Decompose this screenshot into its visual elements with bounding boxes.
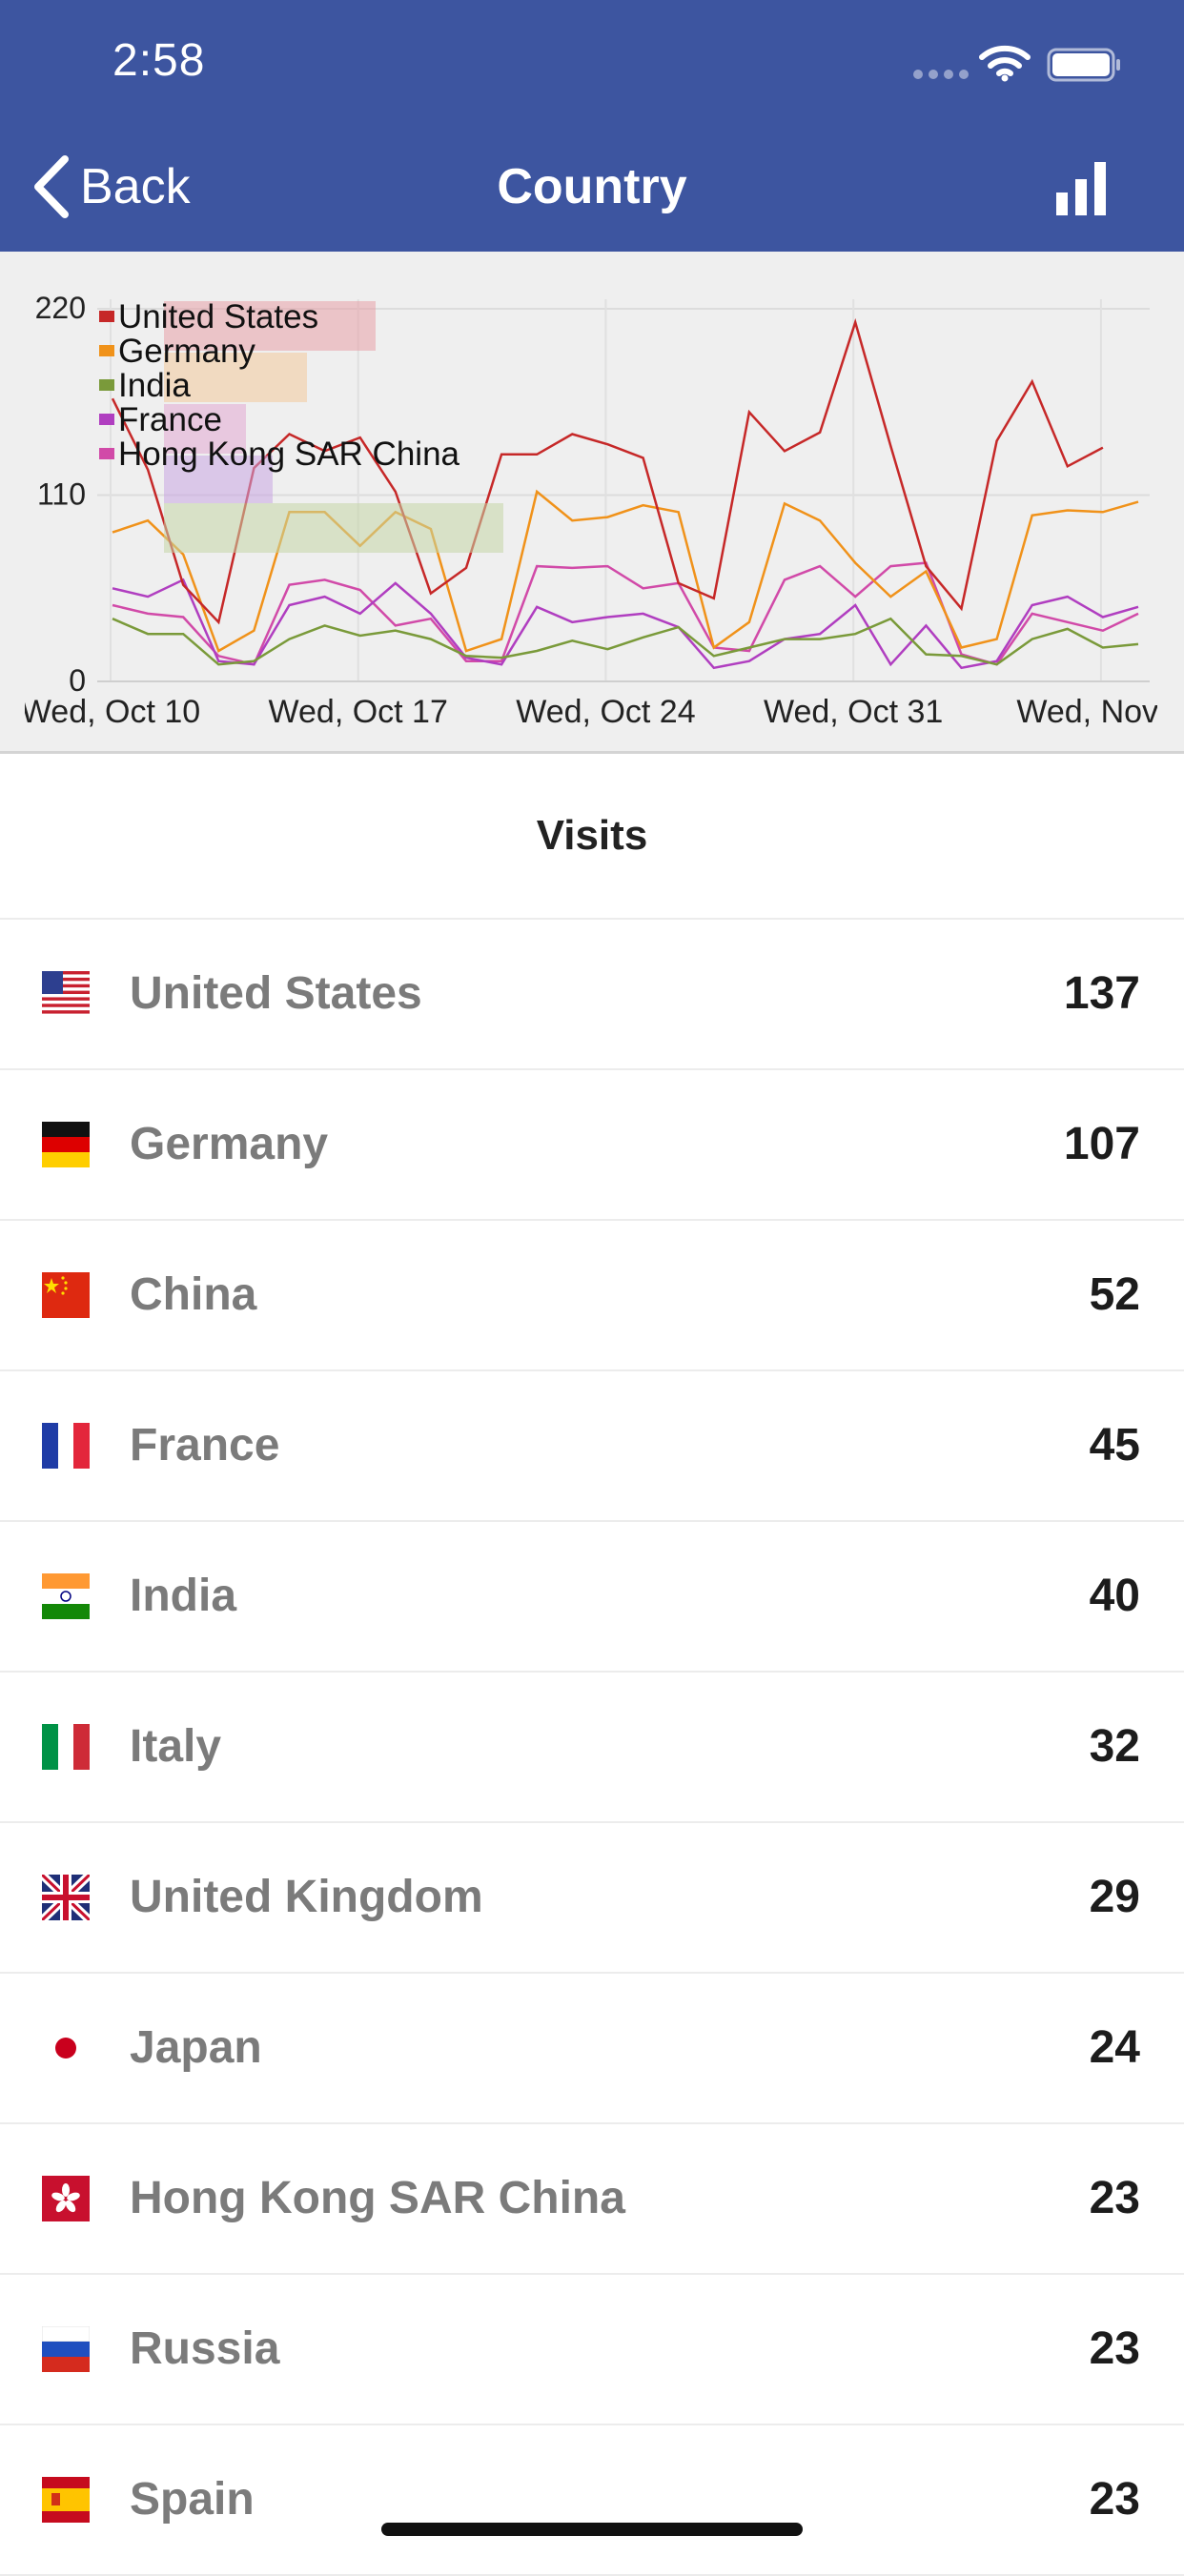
legend-flag-icon [99, 414, 114, 425]
visit-count: 52 [1089, 1269, 1140, 1320]
cn-flag-icon [42, 1272, 90, 1318]
legend-highlight [164, 503, 503, 553]
country-name: India [130, 1571, 237, 1621]
status-time: 2:58 [112, 35, 206, 86]
visits-line-chart: 0 110 220 Wed, Oct 10 Wed, Oct 17 Wed, Oct 24… [21, 291, 1184, 730]
visit-count: 32 [1089, 1721, 1140, 1772]
legend-entry: United States [118, 298, 318, 335]
country-name: China [130, 1269, 257, 1320]
list-item[interactable]: Italy 32 [0, 1673, 1184, 1823]
visit-count: 23 [1089, 2173, 1140, 2223]
country-name: France [130, 1420, 280, 1471]
list-item[interactable]: United States 137 [0, 920, 1184, 1070]
country-name: Russia [130, 2323, 280, 2374]
visit-count: 29 [1089, 1872, 1140, 1922]
chart-panel: 0 110 220 Wed, Oct 10 Wed, Oct 17 Wed, Oct 24… [0, 252, 1184, 754]
country-name: Germany [130, 1119, 329, 1169]
y-tick-label: 220 [35, 291, 86, 325]
country-name: United Kingdom [130, 1872, 483, 1922]
x-tick-label: Wed, Oct 17 [269, 694, 448, 730]
battery-icon [1047, 48, 1120, 82]
list-item[interactable]: United Kingdom 29 [0, 1823, 1184, 1974]
legend-entry: India [118, 367, 191, 404]
in-flag-icon [42, 1573, 90, 1619]
page-title: Country [497, 159, 687, 214]
es-flag-icon [42, 2477, 90, 2523]
navigation-bar: 2:58 Back Country [0, 0, 1184, 252]
visit-count: 45 [1089, 1420, 1140, 1471]
visit-count: 23 [1089, 2323, 1140, 2374]
home-indicator[interactable] [381, 2523, 803, 2536]
list-item[interactable]: China 52 [0, 1221, 1184, 1371]
ru-flag-icon [41, 2325, 91, 2372]
gb-flag-icon [38, 1871, 93, 1924]
it-flag-icon [42, 1724, 90, 1770]
list-item[interactable]: India 40 [0, 1522, 1184, 1673]
visit-count: 137 [1063, 968, 1140, 1019]
y-tick-label: 110 [37, 477, 86, 512]
visit-count: 40 [1089, 1571, 1140, 1621]
x-tick-label: Wed, Oct 10 [21, 694, 200, 730]
legend-flag-icon [99, 448, 114, 459]
list-item[interactable]: France 45 [0, 1371, 1184, 1522]
y-tick-label: 0 [69, 663, 86, 698]
country-name: Hong Kong SAR China [130, 2173, 625, 2223]
bar-chart-icon[interactable] [1052, 158, 1110, 217]
x-tick-label: Wed, Nov 7 [1016, 694, 1184, 730]
fr-flag-icon [42, 1423, 90, 1469]
country-name: United States [130, 968, 422, 1019]
visit-count: 107 [1063, 1119, 1140, 1169]
signal-icon [913, 67, 974, 84]
visits-header: Visits [0, 754, 1184, 920]
x-axis-labels: Wed, Oct 10 Wed, Oct 17 Wed, Oct 24 Wed, Oc… [21, 694, 1184, 730]
legend-flag-icon [99, 345, 114, 356]
country-name: Spain [130, 2474, 255, 2525]
country-name: Italy [130, 1721, 222, 1772]
visit-count: 24 [1089, 2022, 1140, 2073]
list-item[interactable]: Germany 107 [0, 1070, 1184, 1221]
de-flag-icon [42, 1122, 90, 1167]
hk-flag-icon [42, 2176, 90, 2221]
legend-flag-icon [99, 311, 114, 322]
series-line-hong-kong-sar-china [112, 561, 1139, 666]
us-flag-icon [42, 971, 90, 1017]
legend-entry: Germany [118, 333, 255, 370]
x-tick-label: Wed, Oct 31 [764, 694, 943, 730]
legend-entry: France [118, 401, 222, 438]
list-item[interactable]: Russia 23 [0, 2275, 1184, 2425]
legend-entry: Hong Kong SAR China [118, 436, 460, 473]
country-name: Japan [130, 2022, 262, 2073]
country-list: United States 137 Germany 107 China 52 France 4… [0, 920, 1184, 2576]
x-tick-label: Wed, Oct 24 [516, 694, 695, 730]
visit-count: 23 [1089, 2474, 1140, 2525]
jp-flag-icon [42, 2025, 90, 2071]
list-item[interactable]: Spain 23 [0, 2425, 1184, 2576]
list-item[interactable]: Hong Kong SAR China 23 [0, 2124, 1184, 2275]
legend-flag-icon [99, 379, 114, 391]
wifi-icon [979, 45, 1031, 82]
list-item[interactable]: Japan 24 [0, 1974, 1184, 2124]
